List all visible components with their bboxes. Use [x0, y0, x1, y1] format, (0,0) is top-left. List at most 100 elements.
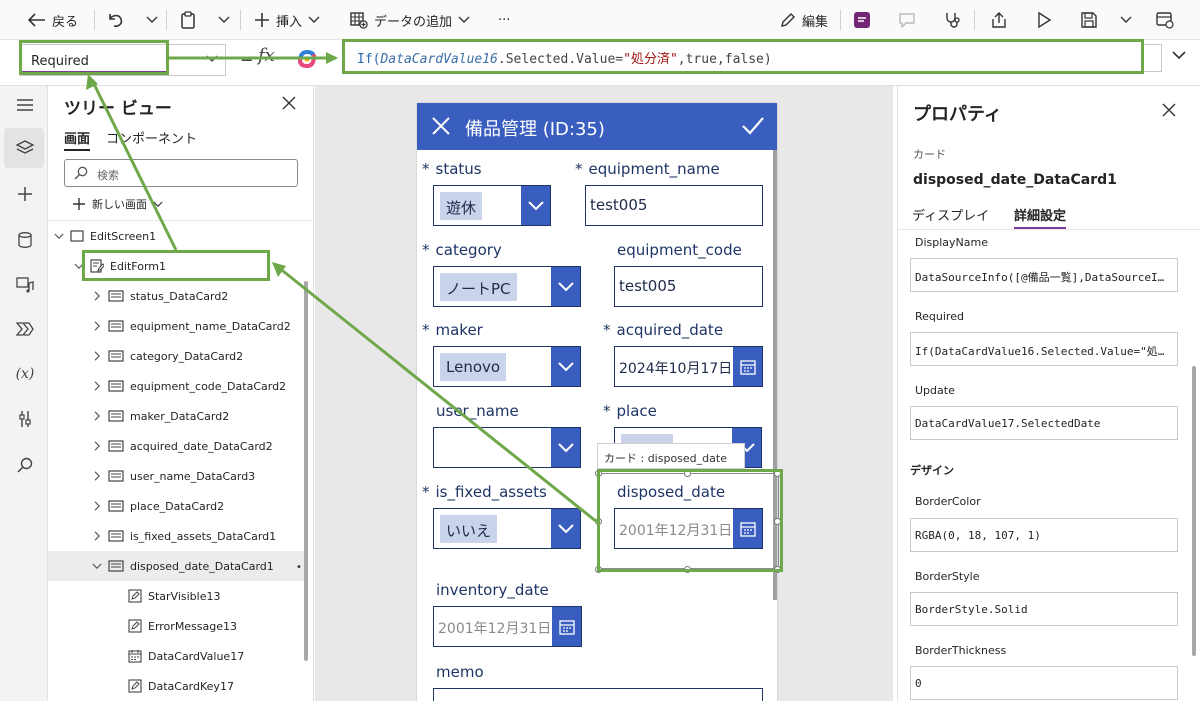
tree-node-label: DataCardValue17: [148, 649, 245, 663]
tree-node-label: is_fixed_assets_DataCard1: [130, 529, 277, 543]
save-button[interactable]: [1080, 8, 1098, 32]
memo-label: memo: [436, 663, 484, 681]
tree-node-datacard[interactable]: category_DataCard2: [92, 341, 243, 371]
tree-node-datacard[interactable]: is_fixed_assets_DataCard1: [92, 521, 276, 551]
tree-node-datacard[interactable]: place_DataCard2: [92, 491, 224, 521]
tree-node-control[interactable]: DataCardKey17: [128, 671, 234, 701]
preview-button[interactable]: [1036, 8, 1052, 32]
fx-label: fx: [258, 45, 275, 66]
separator: [94, 10, 95, 30]
tree-scrollbar[interactable]: [304, 281, 308, 661]
formula-input[interactable]: If(DataCardValue16.Selected.Value="処分済",…: [342, 39, 1144, 74]
tree-search-input[interactable]: 検索: [64, 159, 298, 187]
tree-node-control[interactable]: ErrorMessage13: [128, 611, 237, 641]
tree-node-control[interactable]: StarVisible13: [128, 581, 221, 611]
tab-display[interactable]: ディスプレイ: [912, 205, 989, 224]
maker-combobox[interactable]: Lenovo: [433, 346, 581, 387]
new-screen-button[interactable]: 新しい画面: [72, 196, 163, 212]
inventory-date-picker[interactable]: 2001年12月31日: [433, 606, 582, 647]
pencil-icon: [781, 13, 795, 27]
status-combobox[interactable]: 遊休: [433, 185, 551, 226]
close-icon[interactable]: [282, 96, 296, 110]
checker-button[interactable]: [944, 8, 962, 32]
maker-dropdown-button[interactable]: [551, 347, 580, 386]
acquired-date-picker[interactable]: 2024年10月17日: [614, 346, 763, 387]
media-icon[interactable]: [14, 274, 36, 296]
form-header: 備品管理 (ID:35): [417, 103, 777, 150]
category-value: ノートPC: [440, 273, 517, 301]
advanced-tools-icon[interactable]: [14, 408, 36, 430]
tab-components[interactable]: コンポーネント: [106, 128, 197, 147]
separator: [240, 10, 241, 30]
prop-input-bordercolor[interactable]: RGBA(0, 18, 107, 1): [910, 518, 1178, 552]
status-dropdown-button[interactable]: [521, 186, 550, 225]
insert-button[interactable]: 挿入: [254, 8, 320, 32]
stethoscope-icon: [946, 13, 960, 28]
memo-input[interactable]: [433, 688, 763, 701]
is-fixed-assets-combobox[interactable]: いいえ: [433, 508, 581, 549]
back-button[interactable]: 戻る: [28, 8, 78, 32]
prop-input-required[interactable]: If(DataCardValue16.Selected.Value="処…: [910, 332, 1178, 366]
share-button[interactable]: [990, 8, 1008, 32]
annotation-highlight-property: [19, 40, 169, 75]
inventory-date-button[interactable]: [552, 607, 581, 646]
copilot-icon[interactable]: [296, 48, 318, 70]
check-icon[interactable]: [741, 116, 765, 136]
paste-dropdown[interactable]: [218, 8, 230, 32]
tree-node-disposed-date-card[interactable]: disposed_date_DataCard1: [48, 551, 306, 581]
chevron-down-icon: [308, 16, 320, 23]
acquired-date-button[interactable]: [733, 347, 762, 386]
tree-node-datacard[interactable]: maker_DataCard2: [92, 401, 229, 431]
comment-button[interactable]: [898, 8, 916, 32]
add-data-button[interactable]: データの追加: [350, 8, 470, 32]
search-icon: [74, 166, 88, 180]
control-name: disposed_date_DataCard1: [913, 172, 1117, 188]
tab-screens[interactable]: 画面: [64, 128, 91, 151]
tree-node-datacard[interactable]: equipment_code_DataCard2: [92, 371, 286, 401]
tab-advanced[interactable]: 詳細設定: [1014, 205, 1067, 229]
undo-button[interactable]: [106, 8, 124, 32]
user-name-dropdown-button[interactable]: [551, 428, 580, 467]
plus-icon[interactable]: [14, 183, 36, 205]
chevron-down-icon[interactable]: [1172, 51, 1186, 60]
close-icon[interactable]: [431, 116, 451, 136]
design-canvas: 備品管理 (ID:35) * status 遊休 * equipment_name …: [315, 86, 893, 701]
search-icon[interactable]: [14, 454, 36, 476]
paste-button[interactable]: [180, 8, 196, 32]
user-name-label: user_name: [436, 402, 519, 420]
power-automate-icon[interactable]: [14, 318, 36, 340]
tree-node-control[interactable]: DataCardValue17: [128, 641, 244, 671]
database-icon[interactable]: [14, 229, 36, 251]
prop-input-borderthickness[interactable]: 0: [910, 666, 1178, 700]
layers-icon[interactable]: [14, 137, 36, 159]
user-name-combobox[interactable]: [433, 427, 581, 468]
app-button[interactable]: [853, 8, 871, 32]
category-combobox[interactable]: ノートPC: [433, 266, 581, 307]
prop-input-displayname[interactable]: DataSourceInfo([@備品一覧],DataSourceI…: [910, 258, 1178, 292]
new-screen-label: 新しい画面: [92, 198, 147, 211]
prop-input-borderstyle[interactable]: BorderStyle.Solid: [910, 592, 1178, 626]
category-label: * category: [422, 241, 502, 259]
prop-input-update[interactable]: DataCardValue17.SelectedDate: [910, 406, 1178, 440]
equipment-code-input[interactable]: test005: [614, 266, 763, 307]
tree-node-datacard[interactable]: status_DataCard2: [92, 281, 228, 311]
hamburger-icon[interactable]: [14, 94, 36, 116]
equipment-name-label: * equipment_name: [575, 160, 720, 178]
category-dropdown-button[interactable]: [551, 267, 580, 306]
tree-node-datacard[interactable]: equipment_name_DataCard2: [92, 311, 291, 341]
tree-node-label: place_DataCard2: [130, 499, 225, 513]
tree-node-datacard[interactable]: user_name_DataCard3: [92, 461, 255, 491]
tree-node-label: disposed_date_DataCard1: [130, 559, 274, 573]
close-icon[interactable]: [1162, 103, 1176, 117]
more-button[interactable]: ···: [498, 8, 510, 32]
properties-scrollbar[interactable]: [1192, 366, 1196, 656]
edit-button[interactable]: 編集: [780, 8, 828, 32]
is-fixed-assets-dropdown-button[interactable]: [551, 509, 580, 548]
tree-node-editscreen1[interactable]: EditScreen1: [54, 221, 156, 251]
save-dropdown[interactable]: [1120, 8, 1132, 32]
variables-icon[interactable]: (x): [14, 363, 36, 385]
undo-dropdown[interactable]: [146, 8, 158, 32]
publish-button[interactable]: [1156, 8, 1174, 32]
equipment-name-input[interactable]: test005: [585, 185, 763, 226]
tree-node-datacard[interactable]: acquired_date_DataCard2: [92, 431, 273, 461]
